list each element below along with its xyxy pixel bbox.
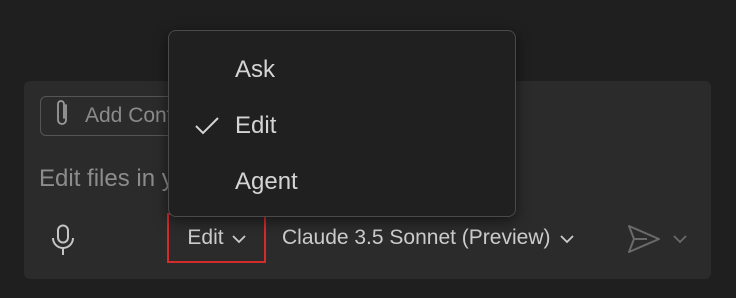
menu-item-edit[interactable]: Edit [169, 101, 515, 151]
chevron-down-icon [231, 226, 246, 250]
model-picker-button[interactable]: Claude 3.5 Sonnet (Preview) [282, 213, 575, 263]
microphone-icon[interactable] [50, 224, 76, 256]
send-options-chevron-icon[interactable] [672, 232, 688, 250]
menu-item-label: Ask [235, 56, 276, 83]
menu-item-agent[interactable]: Agent [169, 157, 515, 207]
model-picker-label: Claude 3.5 Sonnet (Preview) [282, 226, 551, 249]
menu-item-label: Edit [235, 112, 277, 139]
mode-dropdown-menu: Ask Edit Agent [168, 30, 516, 217]
mode-picker-label: Edit [187, 226, 224, 249]
chevron-down-icon [560, 226, 575, 250]
menu-item-ask[interactable]: Ask [169, 45, 515, 95]
menu-item-label: Agent [235, 168, 298, 195]
paperclip-icon [53, 97, 73, 135]
mode-picker-button[interactable]: Edit [167, 213, 266, 263]
send-icon[interactable] [627, 224, 661, 254]
check-icon [195, 116, 219, 141]
